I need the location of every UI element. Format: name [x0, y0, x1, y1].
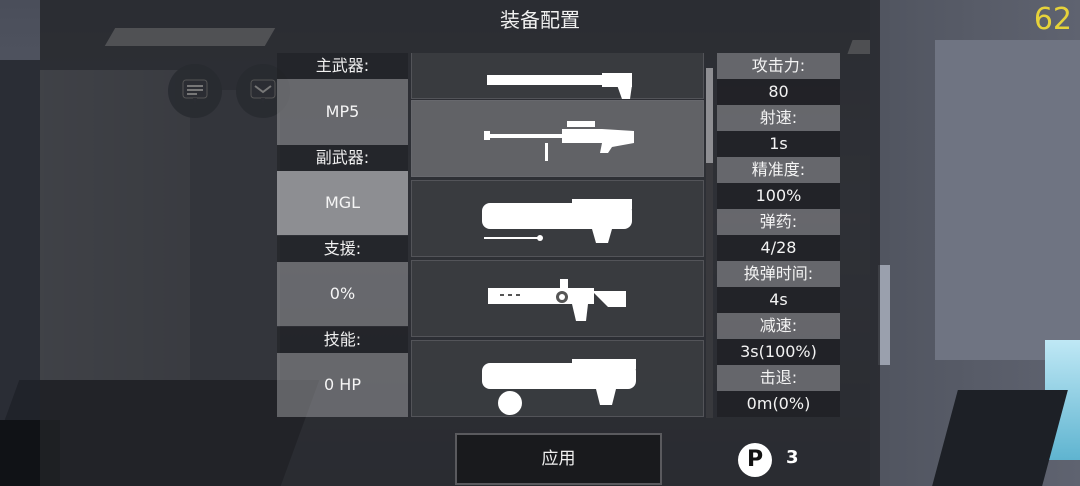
secondary-weapon-label: 副武器: [277, 145, 408, 171]
stat-label-knockback: 击退: [717, 365, 840, 391]
fps-counter: 62 [1033, 2, 1072, 37]
stat-label-ammo: 弹药: [717, 209, 840, 235]
stat-value-slow: 3s(100%) [717, 339, 840, 365]
stat-label-fire-rate: 射速: [717, 105, 840, 131]
points-value: 3 [786, 447, 799, 468]
skill-label: 技能: [277, 327, 408, 353]
grenade-launcher-icon [482, 199, 632, 243]
stat-label-accuracy: 精准度: [717, 157, 840, 183]
primary-weapon-slot[interactable]: MP5 [277, 79, 408, 145]
primary-weapon-label: 主武器: [277, 53, 408, 79]
chat-bubble-icon [182, 79, 208, 104]
stat-value-fire-rate: 1s [717, 131, 840, 157]
apply-button[interactable]: 应用 [455, 433, 662, 485]
rocket-launcher-icon [488, 279, 626, 321]
weapon-list[interactable] [411, 53, 704, 418]
weapon-card[interactable] [411, 100, 704, 177]
stat-value-reload: 4s [717, 287, 840, 313]
chat-button[interactable] [168, 64, 222, 118]
weapon-list-scroll-thumb[interactable] [706, 68, 713, 163]
support-label: 支援: [277, 236, 408, 262]
support-slot[interactable]: 0% [277, 262, 408, 326]
secondary-weapon-slot[interactable]: MGL [277, 171, 408, 235]
skill-slot[interactable]: 0 HP [277, 353, 408, 417]
weapon-card[interactable] [411, 53, 704, 99]
weapon-card[interactable] [411, 180, 704, 257]
stat-label-reload: 换弹时间: [717, 261, 840, 287]
plasma-cannon-icon [482, 359, 636, 415]
emote-bubble-icon [250, 79, 276, 104]
stat-value-accuracy: 100% [717, 183, 840, 209]
sniper-rifle-icon [484, 121, 634, 161]
stat-value-ammo: 4/28 [717, 235, 840, 261]
points-icon: P [738, 443, 772, 477]
weapon-card[interactable] [411, 260, 704, 337]
stat-label-slow: 减速: [717, 313, 840, 339]
page-title: 装备配置 [500, 8, 580, 32]
stat-label-attack: 攻击力: [717, 53, 840, 79]
scene-block [935, 40, 1080, 360]
stat-value-attack: 80 [717, 79, 840, 105]
rifle-top-icon [487, 73, 632, 99]
weapon-card[interactable] [411, 340, 704, 417]
stat-value-knockback: 0m(0%) [717, 391, 840, 417]
